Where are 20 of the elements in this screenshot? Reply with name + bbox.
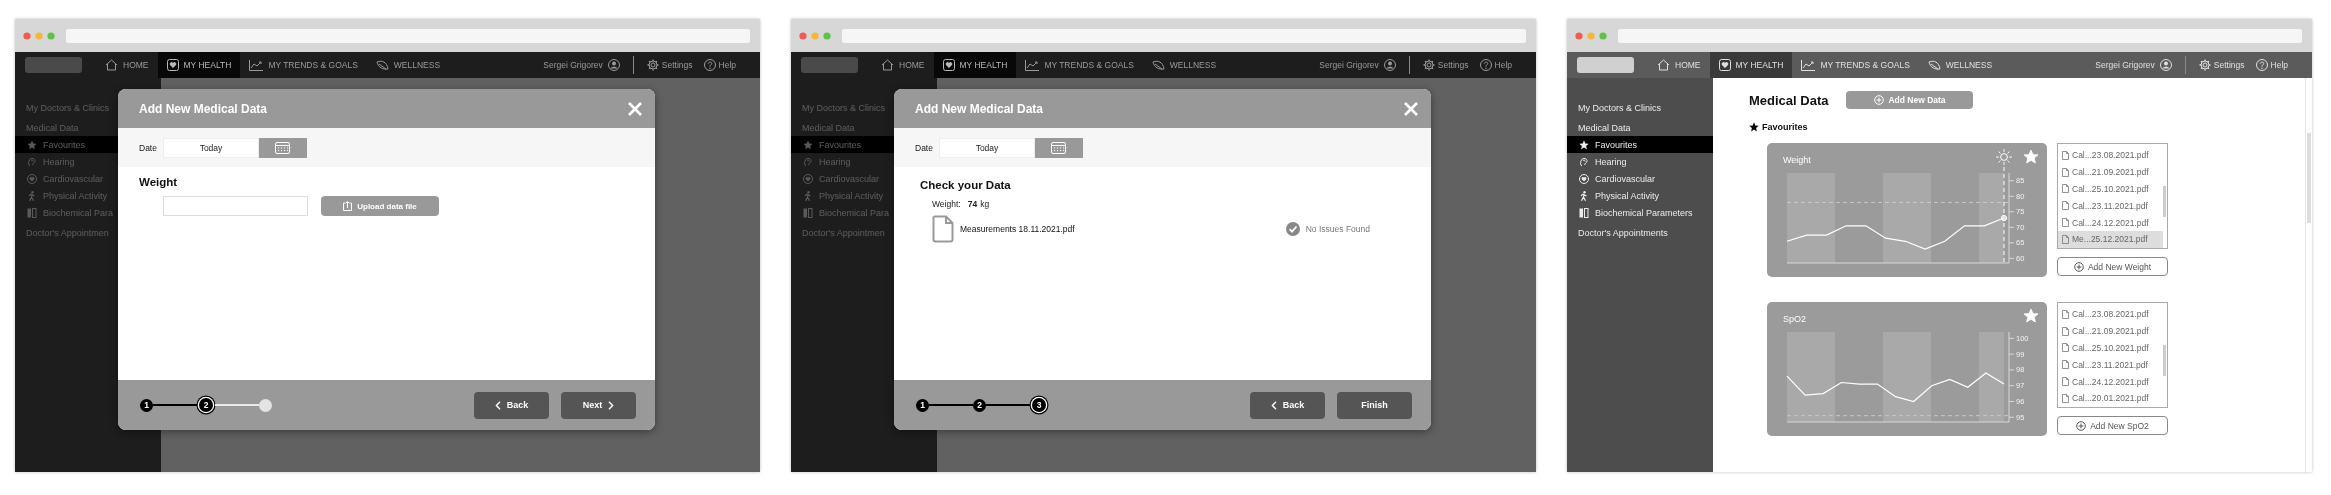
section-heading: Check your Data: [920, 179, 1012, 191]
section-title: Favourites: [1762, 122, 1808, 132]
measurement-label: Weight:: [932, 199, 961, 209]
step-indicator: 1: [916, 398, 929, 412]
step-indicator: 2: [199, 398, 213, 412]
status-text: No Issues Found: [1305, 224, 1370, 234]
step-indicator: 2: [973, 398, 986, 412]
chart-title: SpO2: [1783, 314, 1806, 324]
dialog-title: Add New Medical Data: [139, 101, 268, 116]
chart-title: Weight: [1783, 155, 1811, 165]
dialog-title: Add New Medical Data: [915, 101, 1044, 116]
measurement-value: 74: [967, 199, 978, 209]
date-label: Date: [915, 142, 933, 153]
section-heading: Weight: [139, 176, 179, 188]
step-indicator: 3: [1032, 398, 1046, 412]
step-indicator: 1: [140, 398, 153, 412]
measurement-unit: kg: [980, 199, 990, 209]
page-title: Medical Data: [1749, 92, 1829, 108]
date-label: Date: [139, 142, 157, 153]
file-name: Measurements 18.11.2021.pdf: [960, 224, 1075, 234]
